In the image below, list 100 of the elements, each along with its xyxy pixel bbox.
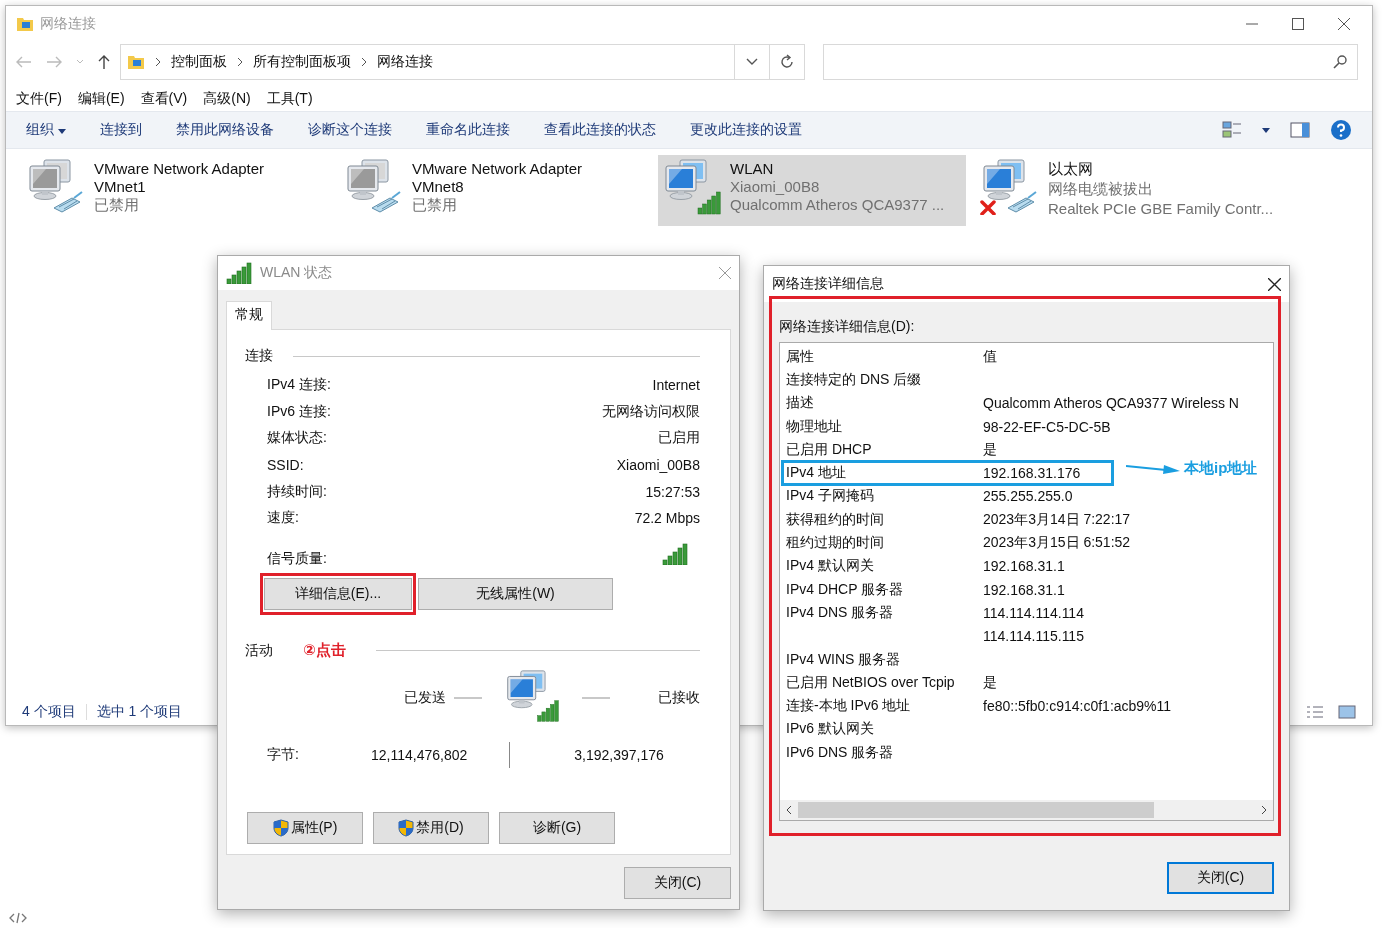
toolbar-command[interactable]: 更改此连接的设置 <box>689 121 802 139</box>
adapter-text: Qualcomm Atheros QCA9377 ... <box>730 196 945 213</box>
network-computer-icon <box>662 158 722 215</box>
value-cell: 192.168.31.1 <box>983 558 1065 575</box>
property-cell: 已启用 NetBIOS over Tcpip <box>786 673 955 692</box>
maximize-icon[interactable] <box>1292 18 1304 30</box>
breadcrumb[interactable]: 网络连接 <box>377 53 433 71</box>
property-cell: IPv6 默认网关 <box>786 720 874 739</box>
preview-pane-icon[interactable] <box>1290 122 1310 138</box>
close-button[interactable]: 关闭(C) <box>624 867 731 899</box>
menu-item[interactable]: 查看(V) <box>140 90 188 108</box>
field-value: 已启用 <box>658 429 700 448</box>
field-label: 信号质量: <box>267 549 327 568</box>
adapter-text: 已禁用 <box>94 196 140 215</box>
up-arrow-icon[interactable] <box>98 54 110 70</box>
network-adapter-item[interactable]: VMware Network Adapter VMnet8 已禁用 <box>340 155 648 226</box>
menu-item[interactable]: 高级(N) <box>203 90 251 108</box>
adapter-text: VMnet8 <box>412 178 465 195</box>
toolbar-command[interactable]: 诊断这个连接 <box>307 121 392 139</box>
column-header[interactable]: 值 <box>983 347 997 366</box>
tab[interactable]: 常规 <box>226 301 272 330</box>
close-icon[interactable] <box>1268 277 1281 291</box>
address-bar[interactable]: 控制面板 所有控制面板项 网络连接 <box>120 44 805 80</box>
property-cell: 已启用 DHCP <box>786 440 872 459</box>
arrow-icon <box>1126 463 1180 475</box>
sent-label: 已发送 <box>404 688 446 707</box>
property-cell: IPv4 地址 <box>786 464 846 483</box>
chevron-right-icon[interactable] <box>1261 805 1267 815</box>
value-cell: 是 <box>983 440 997 459</box>
adapter-text: Xiaomi_00B8 <box>730 178 821 195</box>
field-value: 15:27:53 <box>645 483 700 500</box>
toolbar-command[interactable]: 组织 <box>26 121 66 139</box>
network-folder-icon <box>16 16 34 32</box>
adapter-text: 已禁用 <box>412 196 458 215</box>
adapter-text: VMware Network Adapter <box>412 160 583 177</box>
value-cell: fe80::5fb0:c914:c0f1:acb9%11 <box>983 698 1172 715</box>
value-cell: 255.255.255.0 <box>983 488 1073 505</box>
field-label: IPv4 连接: <box>267 376 331 395</box>
search-icon <box>1333 55 1347 69</box>
property-cell: IPv4 DHCP 服务器 <box>786 580 904 599</box>
field-label: 媒体状态: <box>267 429 327 448</box>
scrollbar[interactable] <box>780 800 1273 820</box>
list-label: 网络连接详细信息(D): <box>779 318 916 336</box>
chevron-down-icon[interactable] <box>746 58 758 66</box>
adapter-text: Realtek PCIe GBE Family Contr... <box>1048 200 1274 217</box>
network-folder-icon <box>127 54 145 70</box>
property-cell: 连接特定的 DNS 后缀 <box>786 370 922 389</box>
change-view-icon[interactable] <box>1222 121 1242 139</box>
field-value: 72.2 Mbps <box>634 510 700 527</box>
adapter-text: VMnet1 <box>94 178 147 195</box>
adapter-text: VMware Network Adapter <box>94 160 265 177</box>
breadcrumb[interactable]: 控制面板 <box>171 53 227 71</box>
dialog-button[interactable]: 无线属性(W) <box>418 577 613 610</box>
property-cell: 物理地址 <box>786 417 842 436</box>
field-label: SSID: <box>267 457 304 474</box>
section-heading: 活动 <box>245 641 273 660</box>
property-cell: 描述 <box>786 394 814 413</box>
network-adapter-item[interactable]: WLAN Xiaomi_00B8 Qualcomm Atheros QCA9377 ... <box>658 155 966 226</box>
property-cell: IPv4 WINS 服务器 <box>786 650 901 669</box>
close-button[interactable]: 关闭(C) <box>1167 862 1274 894</box>
property-cell: IPv4 默认网关 <box>786 557 874 576</box>
value-cell: 是 <box>983 673 997 692</box>
chevron-right-icon <box>237 57 243 67</box>
value-cell: 114.114.115.115 <box>983 628 1084 645</box>
signal-strength-icon <box>662 542 690 565</box>
menu-item[interactable]: 编辑(E) <box>77 90 125 108</box>
dialog-button[interactable]: 属性(P) <box>247 811 363 844</box>
menu-item[interactable]: 文件(F) <box>16 90 62 108</box>
chevron-right-icon <box>155 57 161 67</box>
dialog-button[interactable]: 详细信息(E)... <box>264 577 412 610</box>
caret-icon[interactable] <box>1262 127 1270 133</box>
value-cell: 114.114.114.114 <box>983 604 1084 621</box>
refresh-icon[interactable] <box>779 54 795 70</box>
property-cell: 获得租约的时间 <box>786 510 884 529</box>
toolbar-command[interactable]: 连接到 <box>99 121 142 139</box>
network-adapter-item[interactable]: 以太网 网络电缆被拔出 Realtek PCIe GBE Family Contr... <box>976 155 1284 226</box>
toolbar-command[interactable]: 查看此连接的状态 <box>543 121 656 139</box>
dialog-button[interactable]: 禁用(D) <box>373 811 489 844</box>
bytes-sent: 12,114,476,802 <box>371 746 468 763</box>
breadcrumb[interactable]: 所有控制面板项 <box>253 53 351 71</box>
field-label: 速度: <box>267 509 299 528</box>
chevron-left-icon[interactable] <box>786 805 792 815</box>
value-cell: 2023年3月14日 7:22:17 <box>983 510 1131 529</box>
field-value: Xiaomi_00B8 <box>616 457 700 474</box>
menu-item[interactable]: 工具(T) <box>266 90 313 108</box>
adapter-text: 以太网 <box>1048 160 1094 179</box>
search-field[interactable] <box>823 44 1358 80</box>
dialog-button[interactable]: 诊断(G) <box>499 811 615 844</box>
code-icon[interactable] <box>9 912 27 924</box>
adapter-text: 网络电缆被拔出 <box>1048 180 1154 199</box>
close-icon[interactable] <box>1338 18 1350 30</box>
toolbar-command[interactable]: 禁用此网络设备 <box>175 121 274 139</box>
toolbar-command[interactable]: 重命名此连接 <box>425 121 510 139</box>
value-cell: Qualcomm Atheros QCA9377 Wireless N <box>983 395 1239 412</box>
annotation-text: ②点击 <box>303 641 346 661</box>
network-adapter-item[interactable]: VMware Network Adapter VMnet1 已禁用 <box>22 155 330 226</box>
help-icon[interactable] <box>1330 119 1352 141</box>
column-header[interactable]: 属性 <box>786 347 814 366</box>
received-label: 已接收 <box>658 688 700 707</box>
adapter-text: WLAN <box>730 160 775 177</box>
